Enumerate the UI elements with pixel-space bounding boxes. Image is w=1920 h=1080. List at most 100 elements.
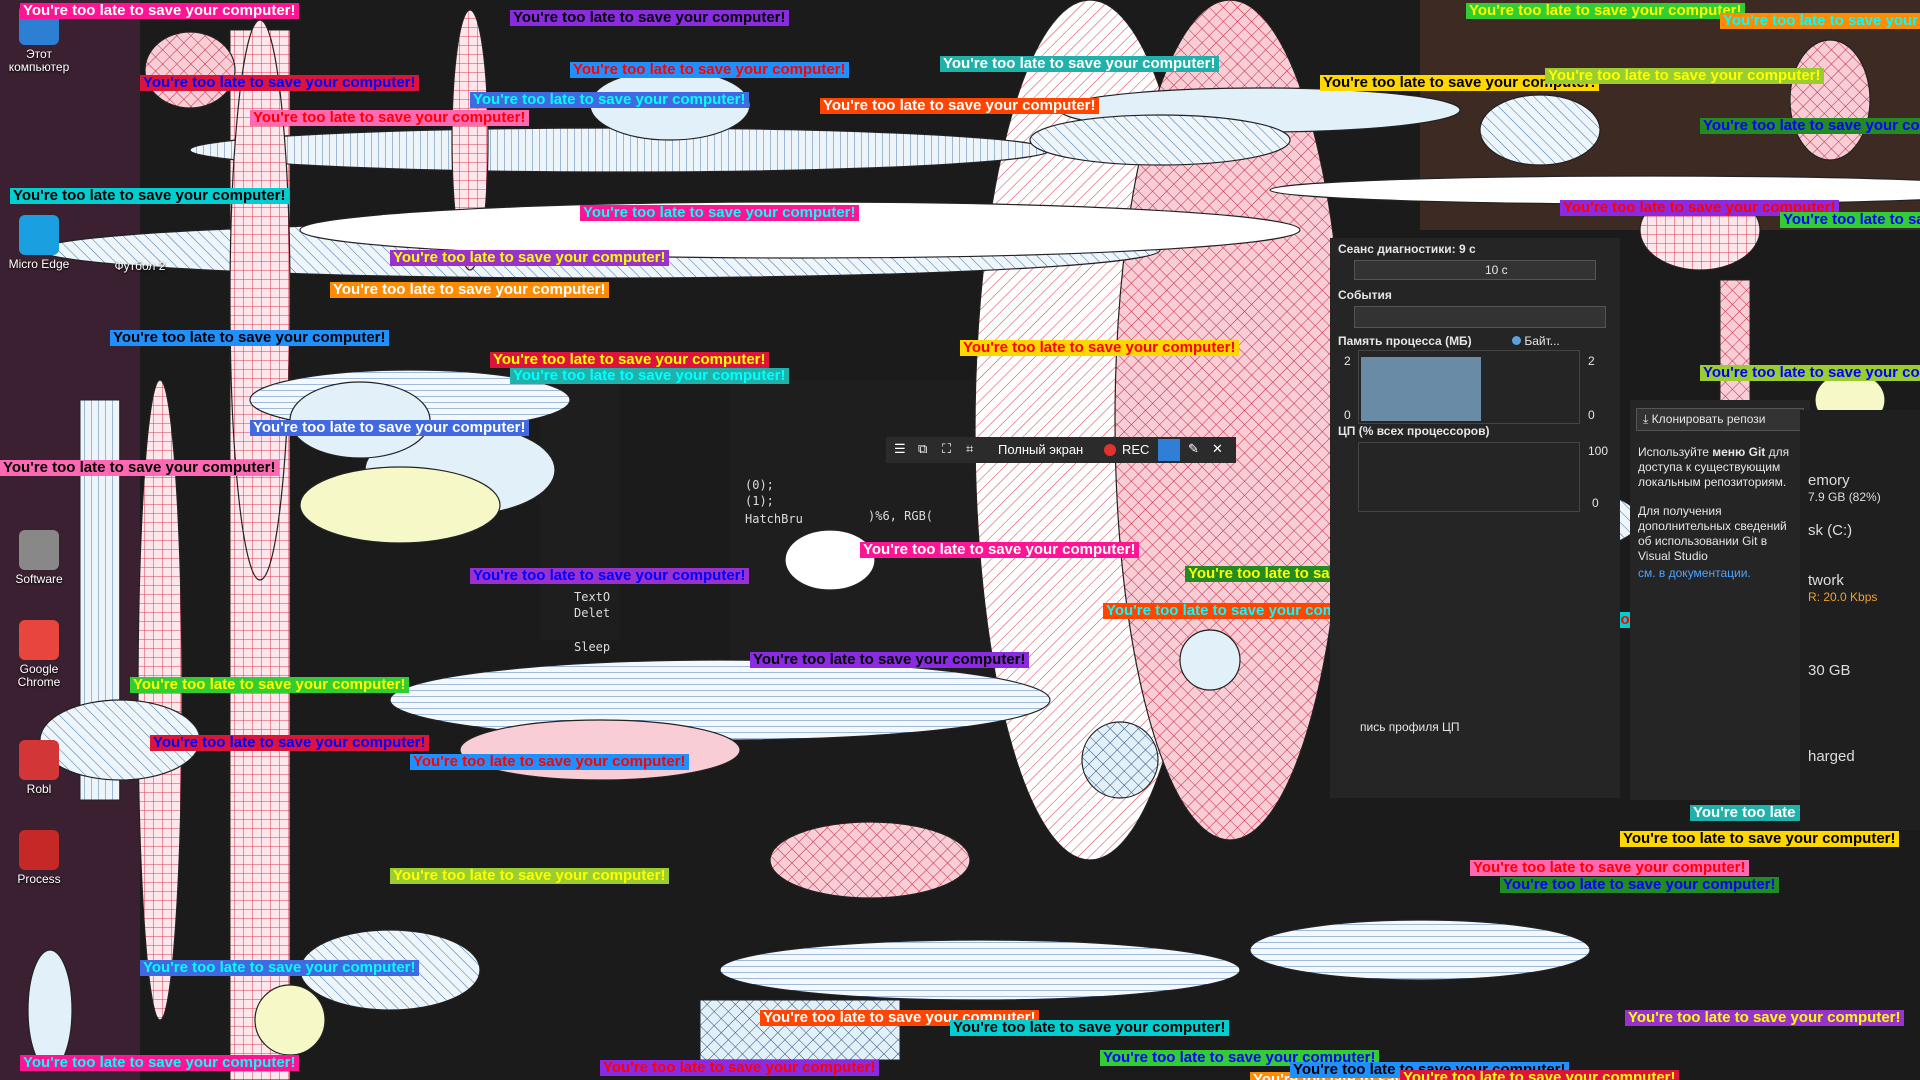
- memory-legend: Байт...: [1512, 334, 1560, 348]
- warning-label: You're too late to save your computer!: [150, 735, 429, 751]
- warning-label: You're too late to save your computer!: [1470, 860, 1749, 876]
- warning-label: You're too late to save your computer!: [750, 652, 1029, 668]
- warning-label: You're too late to save your computer!: [1400, 1070, 1679, 1080]
- memory-label: emory: [1808, 472, 1850, 489]
- cpu-graph: [1358, 442, 1580, 512]
- git-docs-link[interactable]: см. в документации.: [1638, 566, 1802, 581]
- gdi-ellipse: [769, 821, 971, 899]
- cpu-axis-top: 100: [1588, 444, 1609, 458]
- warning-label: You're too late to save your computer!: [1620, 831, 1899, 847]
- events-track[interactable]: [1354, 306, 1606, 328]
- process-icon: [19, 830, 59, 870]
- warning-label: You're too late to save your computer!: [1720, 13, 1920, 29]
- warning-label: You're too late to save your computer!: [960, 340, 1239, 356]
- code-fragment: TextO: [574, 590, 611, 604]
- session-duration: Сеанс диагностики: 9 с: [1338, 242, 1476, 256]
- warning-label: You're too late to save your computer!: [10, 188, 289, 204]
- code-fragment: HatchBru: [745, 512, 803, 526]
- warning-label: You're too late to save your computer!: [860, 542, 1139, 558]
- warning-label: You're too late to save your computer!: [820, 98, 1099, 114]
- crop-icon[interactable]: ⌗: [966, 441, 973, 457]
- warning-label: You're too late to save your computer!: [390, 868, 669, 884]
- gdi-ellipse: [1249, 919, 1591, 981]
- warning-label: You're too late to save your computer!: [1466, 3, 1745, 19]
- memory-value: 7.9 GB (82%): [1808, 490, 1881, 504]
- desktop-icon[interactable]: Google Chrome: [4, 620, 74, 689]
- warning-label: You're too late to save your computer!: [600, 1060, 879, 1076]
- warning-label: You're too late to save your computer!: [20, 3, 299, 19]
- settings-icon[interactable]: [1158, 439, 1180, 461]
- window-icon[interactable]: ⧉: [918, 441, 927, 457]
- warning-label: You're too late to save your computer!: [1700, 118, 1920, 134]
- rec-button[interactable]: REC: [1122, 442, 1149, 457]
- warning-label: You're too late to save your computer!: [570, 62, 849, 78]
- memory-axis-bottom-right: 0: [1588, 408, 1595, 422]
- network-value: R: 20.0 Kbps: [1808, 590, 1878, 604]
- code-fragment: Sleep: [574, 640, 611, 654]
- warning-label: You're too late to save your computer!: [470, 92, 749, 108]
- record-dot-icon: [1104, 444, 1116, 456]
- code-fragment: Delet: [574, 606, 611, 620]
- code-fragment: (0);: [745, 478, 774, 492]
- gdi-ellipse: [254, 984, 326, 1056]
- gdi-ellipse: [299, 466, 501, 544]
- gdi-ellipse: [1029, 114, 1291, 166]
- close-icon[interactable]: ✕: [1212, 441, 1223, 457]
- menu-icon[interactable]: ☰: [894, 441, 906, 457]
- region-icon[interactable]: ⛶: [942, 441, 951, 457]
- code-fragment: (1);: [745, 494, 774, 508]
- warning-label: You're too late to save your computer!: [1500, 877, 1779, 893]
- gdi-ellipse: [137, 379, 183, 1021]
- warning-label: You're too late to save your computer!: [410, 754, 689, 770]
- desktop-icon[interactable]: Micro Edge: [4, 215, 74, 271]
- warning-label: You're too late to save your computer!: [1625, 1010, 1904, 1026]
- legend-dot-icon: [1512, 336, 1521, 345]
- storage-value: 30 GB: [1808, 662, 1851, 679]
- gdi-ellipse: [389, 659, 1051, 741]
- battery-status: harged: [1808, 748, 1855, 765]
- memory-graph: [1358, 350, 1580, 424]
- desktop-icon[interactable]: Process: [4, 830, 74, 886]
- clone-icon: ⤓: [1643, 412, 1652, 426]
- diagnostics-panel: Сеанс диагностики: 9 с 10 с События Памя…: [1330, 238, 1620, 798]
- code-fragment: )%6, RGB(: [868, 509, 934, 523]
- desktop-icon[interactable]: Software: [4, 530, 74, 586]
- clone-repo-button[interactable]: ⤓ Клонировать репози: [1636, 408, 1804, 431]
- cpu-heading: ЦП (% всех процессоров): [1338, 424, 1490, 438]
- gdi-ellipse: [229, 19, 291, 581]
- fullscreen-button[interactable]: Полный экран: [998, 442, 1083, 457]
- timeline-ruler[interactable]: 10 с: [1354, 260, 1596, 280]
- cpu-axis-bottom: 0: [1592, 496, 1599, 510]
- warning-label: You're too late to save your computer!: [330, 282, 609, 298]
- gdi-ellipse: [189, 127, 1051, 173]
- warning-label: You're too late to save your computer!: [0, 460, 279, 476]
- desktop-icon-label: Этот компьютер: [8, 47, 70, 74]
- timeline-tick: 10 с: [1485, 263, 1508, 277]
- git-panel: ⤓ Клонировать репози Используйте меню Gi…: [1630, 400, 1810, 800]
- edge-icon: [19, 215, 59, 255]
- warning-label: You're too late to save your computer!: [470, 568, 749, 584]
- cpu-profile-label: пись профиля ЦП: [1360, 720, 1460, 734]
- pen-icon[interactable]: ✎: [1188, 441, 1199, 457]
- warning-label: You're too late to save your computer!: [950, 1020, 1229, 1036]
- warning-label: You're too late to save your computer!: [140, 75, 419, 91]
- desktop-icon-label: Robl: [26, 782, 52, 796]
- desktop-icon[interactable]: Robl: [4, 740, 74, 796]
- warning-label: You're too late to save your computer!: [490, 352, 769, 368]
- memory-graph-fill: [1361, 357, 1481, 421]
- warning-label: You're too late to save your computer!: [510, 368, 789, 384]
- gdi-ellipse: [27, 949, 73, 1071]
- gdi-ellipse: [1179, 629, 1241, 691]
- memory-legend-label: Байт...: [1524, 334, 1560, 348]
- screen-recorder-toolbar: ☰ ⧉ ⛶ ⌗ Полный экран REC ✎ ✕: [886, 437, 1236, 463]
- software-icon: [19, 530, 59, 570]
- gdi-ellipse: [1479, 94, 1601, 166]
- git-text-prefix: Используйте: [1638, 445, 1713, 459]
- warning-label: You're too late to save your computer!: [20, 1055, 299, 1071]
- git-docs-text: Для получения дополнительных сведений об…: [1638, 504, 1787, 563]
- warning-label: You're too late to save your computer!: [940, 56, 1219, 72]
- git-menu-emphasis: меню Git: [1712, 445, 1766, 459]
- desktop-icon-label: Software: [15, 572, 63, 586]
- warning-label: You're too late to save your computer!: [580, 205, 859, 221]
- memory-heading: Память процесса (МБ): [1338, 334, 1472, 348]
